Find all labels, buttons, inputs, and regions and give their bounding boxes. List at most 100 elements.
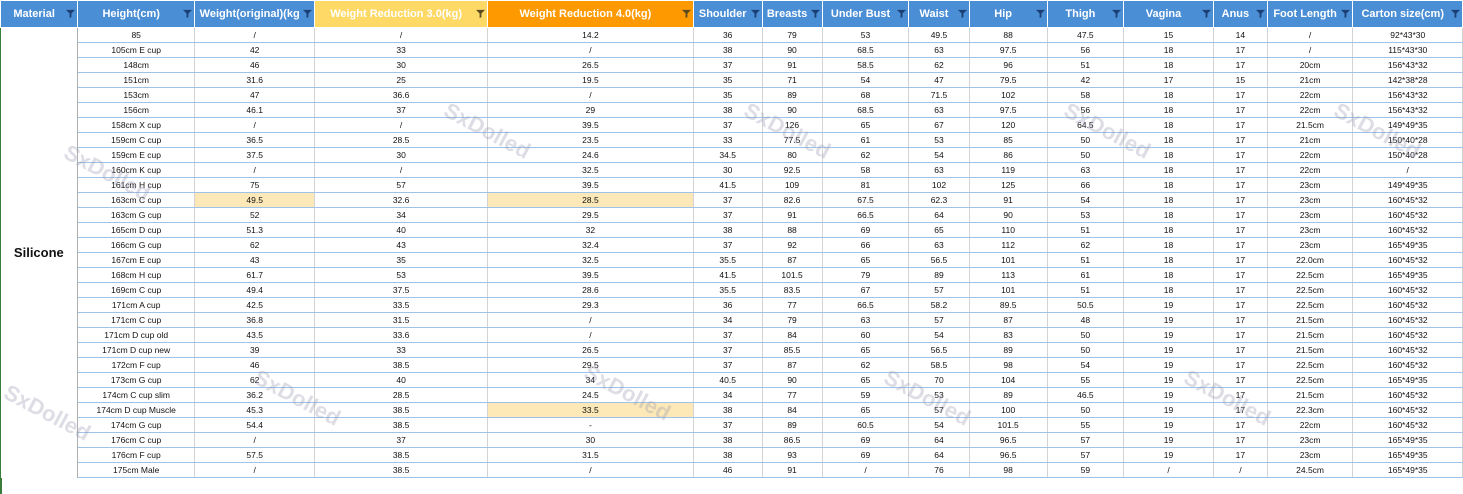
height-cell: 159cm E cup	[77, 147, 196, 163]
breasts-cell: 91	[762, 57, 823, 73]
weight-reduction-3-cell: 36.6	[314, 87, 488, 103]
waist-cell: 54	[908, 327, 970, 343]
weight-reduction-3-cell: 33.6	[314, 327, 488, 343]
table-row: 159cm C cup 36.5 28.5 23.5 33 77.5 61 53 85 50 18 1…	[1, 132, 1463, 148]
hip-cell: 98	[969, 357, 1048, 373]
weight-reduction-3-cell: 35	[314, 252, 488, 268]
foot-length-cell: /	[1267, 42, 1354, 58]
filter-dropdown-icon[interactable]	[1255, 9, 1265, 18]
header-vagina[interactable]: Vagina	[1122, 0, 1215, 28]
weight-reduction-4-cell: /	[487, 462, 694, 478]
height-cell: 156cm	[77, 102, 196, 118]
weight-reduction-4-cell: 32.4	[487, 237, 694, 253]
weight-reduction-4-cell: 31.5	[487, 447, 694, 463]
header-weight-original[interactable]: Weight(original)(kg	[194, 0, 316, 28]
waist-cell: 53	[908, 132, 970, 148]
carton-size-cell: 160*45*32	[1352, 207, 1463, 223]
carton-size-cell: 156*43*32	[1352, 87, 1463, 103]
weight-reduction-3-cell: 33	[314, 42, 488, 58]
height-cell: 85	[77, 27, 196, 43]
header-height[interactable]: Height(cm)	[77, 0, 196, 28]
weight-reduction-4-cell: 29	[487, 102, 694, 118]
anus-cell: 17	[1213, 432, 1268, 448]
weight-reduction-3-cell: 30	[314, 147, 488, 163]
under-bust-cell: 68	[822, 87, 910, 103]
thigh-cell: 59	[1047, 462, 1124, 478]
filter-dropdown-icon[interactable]	[475, 9, 485, 18]
filter-dropdown-icon[interactable]	[1451, 9, 1460, 18]
weight-reduction-3-cell: 25	[314, 72, 488, 88]
height-cell: 153cm	[77, 87, 196, 103]
filter-dropdown-icon[interactable]	[1035, 9, 1045, 18]
header-weight-reduction-3[interactable]: Weight Reduction 3.0(kg)	[314, 0, 488, 28]
weight-reduction-4-cell: -	[487, 417, 694, 433]
waist-cell: 71.5	[908, 87, 970, 103]
header-under-bust[interactable]: Under Bust	[821, 0, 910, 28]
anus-cell: 17	[1213, 327, 1268, 343]
waist-cell: 64	[908, 432, 970, 448]
shoulder-cell: 37	[693, 207, 763, 223]
weight-reduction-3-cell: 33	[314, 342, 488, 358]
filter-dropdown-icon[interactable]	[750, 9, 760, 18]
header-waist[interactable]: Waist	[908, 0, 970, 28]
filter-dropdown-icon[interactable]	[1341, 9, 1351, 18]
shoulder-cell: 46	[693, 462, 763, 478]
thigh-cell: 50	[1047, 402, 1124, 418]
header-carton-size[interactable]: Carton size(cm)	[1352, 0, 1463, 28]
hip-cell: 101.5	[969, 417, 1048, 433]
breasts-cell: 77	[762, 297, 823, 313]
foot-length-cell: 21.5cm	[1267, 327, 1354, 343]
hip-cell: 101	[969, 282, 1048, 298]
waist-cell: 64	[908, 447, 970, 463]
waist-cell: 67	[908, 117, 970, 133]
anus-cell: 17	[1213, 342, 1268, 358]
filter-dropdown-icon[interactable]	[957, 9, 967, 18]
filter-dropdown-icon[interactable]	[303, 9, 313, 18]
weight-original-cell: 46	[194, 57, 316, 73]
under-bust-cell: 79	[822, 267, 910, 283]
table-row: 169cm C cup 49.4 37.5 28.6 35.5 83.5 67 57 101 51…	[1, 282, 1463, 298]
vagina-cell: 19	[1123, 387, 1215, 403]
vagina-cell: 18	[1123, 222, 1215, 238]
header-material[interactable]: Material	[0, 0, 79, 28]
filter-dropdown-icon[interactable]	[897, 9, 907, 18]
shoulder-cell: 36	[693, 297, 763, 313]
header-breasts[interactable]: Breasts	[761, 0, 823, 28]
carton-size-cell: 165*49*35	[1352, 267, 1463, 283]
carton-size-cell: 160*45*32	[1352, 222, 1463, 238]
thigh-cell: 48	[1047, 312, 1124, 328]
breasts-cell: 91	[762, 462, 823, 478]
filter-dropdown-icon[interactable]	[183, 9, 193, 18]
hip-cell: 110	[969, 222, 1048, 238]
thigh-cell: 51	[1047, 57, 1124, 73]
height-cell: 151cm	[77, 72, 196, 88]
header-foot-length[interactable]: Foot Length	[1266, 0, 1354, 28]
header-thigh[interactable]: Thigh	[1046, 0, 1124, 28]
thigh-cell: 56	[1047, 102, 1124, 118]
carton-size-cell: 142*38*28	[1352, 72, 1463, 88]
shoulder-cell: 41.5	[693, 267, 763, 283]
header-label: Anus	[1221, 8, 1250, 20]
waist-cell: 58.2	[908, 297, 970, 313]
header-weight-reduction-4[interactable]: Weight Reduction 4.0(kg)	[486, 0, 694, 28]
shoulder-cell: 37	[693, 192, 763, 208]
vagina-cell: 19	[1123, 312, 1215, 328]
foot-length-cell: 22cm	[1267, 102, 1354, 118]
under-bust-cell: 60.5	[822, 417, 910, 433]
height-cell: 171cm A cup	[77, 297, 196, 313]
header-hip[interactable]: Hip	[968, 0, 1048, 28]
filter-dropdown-icon[interactable]	[66, 9, 76, 18]
thigh-cell: 57	[1047, 447, 1124, 463]
hip-cell: 91	[969, 192, 1048, 208]
table-row: 171cm C cup 36.8 31.5/34 79 63 57 87 48 19 17 21.5…	[1, 312, 1463, 328]
weight-original-cell: 49.4	[194, 282, 316, 298]
header-anus[interactable]: Anus	[1213, 0, 1268, 28]
waist-cell: 64	[908, 207, 970, 223]
under-bust-cell: 53	[822, 27, 910, 43]
filter-dropdown-icon[interactable]	[1111, 9, 1121, 18]
header-shoulder[interactable]: Shoulder	[692, 0, 763, 28]
filter-dropdown-icon[interactable]	[810, 9, 820, 18]
filter-dropdown-icon[interactable]	[1202, 9, 1212, 18]
foot-length-cell: 22.5cm	[1267, 357, 1354, 373]
filter-dropdown-icon[interactable]	[681, 9, 691, 18]
